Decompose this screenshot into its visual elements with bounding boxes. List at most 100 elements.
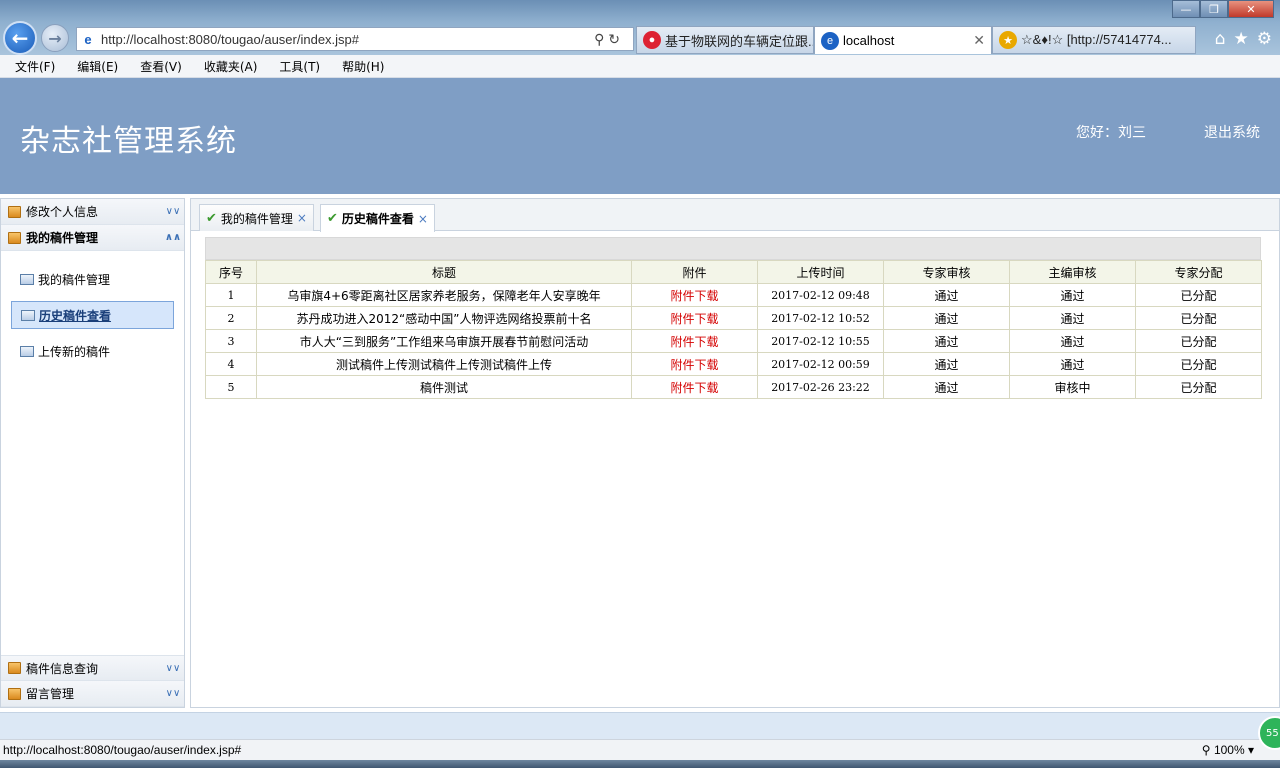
sidebar-section-manuscripts[interactable]: 我的稿件管理 ∧∧ — [1, 225, 184, 251]
cell-attachment: 附件下载 — [631, 283, 758, 307]
chevron-double-up-icon[interactable]: ∧∧ — [162, 232, 184, 243]
cell-attachment: 附件下载 — [631, 329, 758, 353]
cell-upload-time: 2017-02-12 09:48 — [757, 283, 884, 307]
site-favicon-icon: ● — [643, 31, 661, 49]
cell-expert-assign: 已分配 — [1135, 375, 1262, 399]
column-header-attachment: 附件 — [631, 260, 758, 284]
zoom-value: 100% — [1213, 743, 1245, 757]
logout-link[interactable]: 退出系统 — [1204, 122, 1260, 142]
tab-label: 历史稿件查看 — [341, 212, 414, 226]
table-row: 3 市人大“三到服务”工作组来乌审旗开展春节前慰问活动 附件下载 2017-02… — [205, 329, 1262, 353]
cell-editor-review: 通过 — [1009, 306, 1136, 330]
close-window-button[interactable]: ✕ — [1228, 0, 1274, 18]
folder-icon — [8, 231, 21, 244]
sidebar-section-messages[interactable]: 留言管理 ∨∨ — [1, 681, 184, 707]
tab-my-manuscripts[interactable]: ✔ 我的稿件管理 × — [199, 204, 314, 231]
cell-upload-time: 2017-02-12 10:52 — [757, 306, 884, 330]
cell-expert-review: 通过 — [883, 306, 1010, 330]
document-icon — [20, 345, 34, 357]
menu-favorites[interactable]: 收藏夹(A) — [201, 58, 261, 75]
browser-tab-1[interactable]: ● 基于物联网的车辆定位跟... — [636, 26, 814, 54]
cell-no: 3 — [205, 329, 257, 353]
chevron-double-down-icon[interactable]: ∨∨ — [162, 688, 184, 699]
browser-titlebar: ← → e http://localhost:8080/tougao/auser… — [0, 0, 1280, 55]
browser-tab-3[interactable]: ★ ☆&♦!☆ [http://57414774... — [992, 26, 1196, 54]
address-bar[interactable]: e http://localhost:8080/tougao/auser/ind… — [76, 27, 634, 51]
sidebar-section-query[interactable]: 稿件信息查询 ∨∨ — [1, 655, 184, 681]
browser-tools: ⌂ ★ ⚙ — [1215, 29, 1272, 49]
cell-expert-assign: 已分配 — [1135, 352, 1262, 376]
menu-file[interactable]: 文件(F) — [12, 58, 58, 75]
back-button[interactable]: ← — [3, 21, 37, 55]
tab-history[interactable]: ✔ 历史稿件查看 × — [320, 204, 435, 232]
minimize-button[interactable]: — — [1172, 0, 1200, 18]
menu-bar: 文件(F) 编辑(E) 查看(V) 收藏夹(A) 工具(T) 帮助(H) — [0, 55, 1280, 78]
tab-label: 基于物联网的车辆定位跟... — [665, 33, 814, 49]
magnifier-icon: ⚲ — [1201, 743, 1211, 757]
cell-editor-review: 通过 — [1009, 352, 1136, 376]
attachment-download-link[interactable]: 附件下载 — [670, 312, 718, 326]
cell-expert-review: 通过 — [883, 329, 1010, 353]
cell-editor-review: 通过 — [1009, 283, 1136, 307]
menu-tools[interactable]: 工具(T) — [276, 58, 323, 75]
close-icon[interactable]: × — [418, 212, 428, 226]
menu-help[interactable]: 帮助(H) — [339, 58, 387, 75]
chevron-double-down-icon[interactable]: ∨∨ — [162, 663, 184, 674]
favorites-star-icon[interactable]: ★ — [1234, 29, 1249, 49]
grid-toolbar — [205, 237, 1261, 260]
sidebar-item-upload[interactable]: 上传新的稿件 — [11, 337, 174, 365]
chevron-double-down-icon[interactable]: ∨∨ — [162, 206, 184, 217]
sidebar-item-history[interactable]: 历史稿件查看 — [11, 301, 174, 329]
cell-title: 乌审旗4+6零距离社区居家养老服务，保障老年人安享晚年 — [256, 283, 632, 307]
sidebar-item-my-manuscripts[interactable]: 我的稿件管理 — [11, 265, 174, 293]
attachment-download-link[interactable]: 附件下载 — [670, 289, 718, 303]
checkmark-icon: ✔ — [327, 211, 338, 226]
attachment-download-link[interactable]: 附件下载 — [670, 381, 718, 395]
document-icon — [20, 273, 34, 285]
status-url: http://localhost:8080/tougao/auser/index… — [3, 743, 242, 757]
search-refresh-icons[interactable]: ⚲ ↻ — [581, 31, 633, 48]
zoom-level[interactable]: ⚲ 100% ▾ — [1202, 743, 1254, 757]
home-icon[interactable]: ⌂ — [1215, 29, 1226, 49]
forward-button[interactable]: → — [41, 24, 69, 52]
menu-view[interactable]: 查看(V) — [137, 58, 185, 75]
cell-expert-assign: 已分配 — [1135, 283, 1262, 307]
sidebar-item-label: 我的稿件管理 — [38, 272, 111, 287]
folder-icon — [8, 205, 21, 218]
cell-editor-review: 审核中 — [1009, 375, 1136, 399]
close-icon[interactable]: ✕ — [973, 32, 985, 49]
cell-attachment: 附件下载 — [631, 375, 758, 399]
cell-expert-review: 通过 — [883, 375, 1010, 399]
sidebar: 修改个人信息 ∨∨ 我的稿件管理 ∧∧ 我的稿件管理 历史稿件查看 上传新的稿件… — [0, 198, 185, 708]
cell-no: 4 — [205, 352, 257, 376]
cell-title: 市人大“三到服务”工作组来乌审旗开展春节前慰问活动 — [256, 329, 632, 353]
attachment-download-link[interactable]: 附件下载 — [670, 335, 718, 349]
close-icon[interactable]: × — [297, 211, 307, 225]
ie-page-icon: e — [84, 31, 92, 47]
restore-button[interactable]: ❐ — [1200, 0, 1228, 18]
os-taskbar — [0, 760, 1280, 768]
table-header-row: 序号 标题 附件 上传时间 专家审核 主编审核 专家分配 — [205, 260, 1262, 284]
menu-edit[interactable]: 编辑(E) — [74, 58, 121, 75]
column-header-expert-assign: 专家分配 — [1135, 260, 1262, 284]
arrow-left-icon: ← — [11, 26, 29, 50]
checkmark-icon: ✔ — [206, 210, 217, 226]
cell-no: 5 — [205, 375, 257, 399]
table-row: 5 稿件测试 附件下载 2017-02-26 23:22 通过 审核中 已分配 — [205, 375, 1262, 399]
site-title: 杂志社管理系统 — [20, 124, 237, 159]
star-favicon-icon: ★ — [999, 31, 1017, 49]
folder-icon — [8, 687, 21, 700]
section-label: 修改个人信息 — [26, 205, 99, 219]
sidebar-section-profile[interactable]: 修改个人信息 ∨∨ — [1, 199, 184, 225]
cell-expert-review: 通过 — [883, 283, 1010, 307]
ie-favicon-icon: e — [821, 31, 839, 50]
column-header-no: 序号 — [205, 260, 257, 284]
cell-expert-review: 通过 — [883, 352, 1010, 376]
table-row: 1 乌审旗4+6零距离社区居家养老服务，保障老年人安享晚年 附件下载 2017-… — [205, 283, 1262, 307]
attachment-download-link[interactable]: 附件下载 — [670, 358, 718, 372]
main-panel: ✔ 我的稿件管理 × ✔ 历史稿件查看 × 序号 标题 附件 上传时间 专家审核 — [190, 198, 1280, 708]
address-url[interactable]: http://localhost:8080/tougao/auser/index… — [99, 32, 581, 47]
folder-icon — [8, 662, 21, 674]
browser-tab-2[interactable]: e localhost ✕ — [814, 26, 992, 54]
gear-icon[interactable]: ⚙ — [1257, 29, 1272, 49]
